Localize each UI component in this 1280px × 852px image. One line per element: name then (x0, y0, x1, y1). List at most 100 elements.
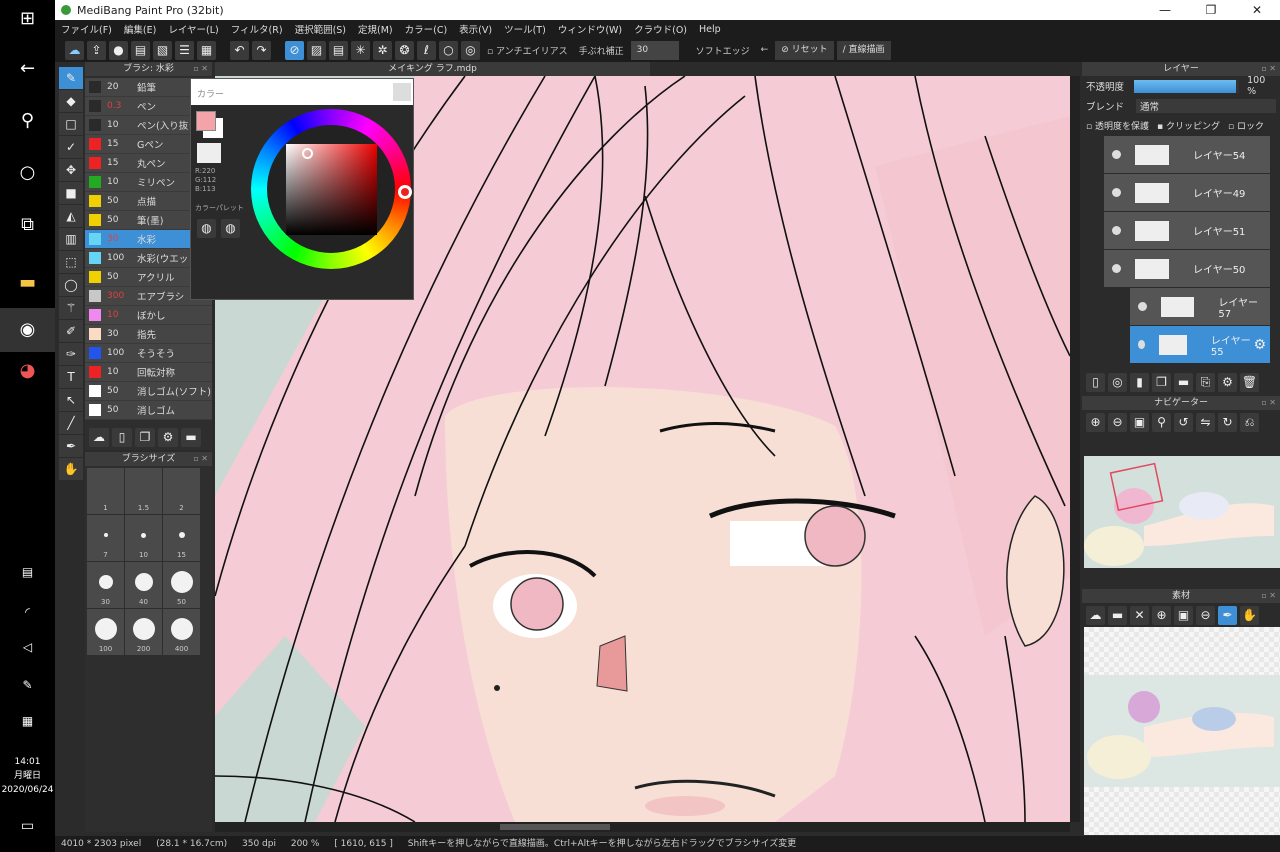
brush-item[interactable]: 10 回転対称 (85, 363, 212, 382)
new-folder-icon[interactable]: ▬ (1174, 373, 1193, 392)
task-view-icon[interactable]: ⧉ (0, 214, 55, 235)
vertical-scrollbar[interactable] (1070, 76, 1080, 822)
snap-cross-icon[interactable]: ✲ (373, 40, 392, 60)
brush-size-cell[interactable]: 200 (125, 609, 162, 655)
layer-row[interactable]: レイヤー54 (1104, 136, 1270, 173)
lasso-tool-icon[interactable]: ◯ (59, 274, 83, 296)
reset-view-icon[interactable]: ⎌ (1240, 413, 1259, 432)
foreground-color-swatch[interactable] (196, 111, 216, 131)
brush-size-cell[interactable]: 40 (125, 562, 162, 608)
divide-tool-icon[interactable]: ╱ (59, 412, 83, 434)
layer-settings-icon[interactable]: ⚙ (1218, 373, 1237, 392)
clock[interactable]: 14:01 月曜日 2020/06/24 (0, 755, 55, 797)
correction-select[interactable]: 30 (630, 40, 679, 60)
page-list-icon[interactable]: ☰ (175, 40, 194, 60)
panel-close-icon[interactable]: ▫ ✕ (193, 452, 208, 466)
brush-item[interactable]: 50 消しゴム (85, 401, 212, 420)
notification-icon[interactable]: ▭ (0, 818, 55, 834)
hue-picker-handle[interactable] (398, 185, 412, 199)
chrome-icon[interactable]: ◕ (0, 360, 55, 381)
tray-app-icon[interactable]: ▤ (0, 565, 55, 579)
brush-item[interactable]: 10 ぼかし (85, 306, 212, 325)
menu-layer[interactable]: レイヤー(L) (168, 22, 218, 36)
brush-size-cell[interactable]: 1.5 (125, 468, 162, 514)
move-tool-icon[interactable]: ✥ (59, 159, 83, 181)
new-layer-icon[interactable]: ▯ (1086, 373, 1105, 392)
check-tool-icon[interactable]: ✓ (59, 136, 83, 158)
palette-icon[interactable]: ◍ (197, 219, 216, 238)
snap-parallel-icon[interactable]: ▨ (307, 40, 326, 60)
delete-material-icon[interactable]: ✕ (1130, 606, 1149, 625)
cloud-icon[interactable]: ☁ (65, 40, 84, 60)
scroll-thumb[interactable] (500, 824, 610, 830)
panel-close-icon[interactable]: ▫ ✕ (1261, 62, 1276, 76)
soft-edge-label[interactable]: ソフトエッジ (692, 44, 754, 57)
eyedropper-icon[interactable]: ✒ (1218, 606, 1237, 625)
pen-icon[interactable]: ✎ (0, 678, 55, 692)
menu-selection[interactable]: 選択範囲(S) (295, 22, 346, 36)
menu-window[interactable]: ウィンドウ(W) (558, 22, 622, 36)
share-icon[interactable]: ⇪ (87, 40, 106, 60)
delete-layer-icon[interactable]: 🗑 (1240, 373, 1259, 392)
straight-line-button[interactable]: / 直線描画 (836, 40, 891, 60)
horizontal-scrollbar[interactable] (215, 822, 1070, 832)
merge-down-icon[interactable]: ⎘ (1196, 373, 1215, 392)
lock-checkbox[interactable]: ▫ ロック (1228, 119, 1264, 132)
menu-cloud[interactable]: クラウド(O) (634, 22, 687, 36)
new-8bit-layer-icon[interactable]: ▮ (1130, 373, 1149, 392)
reset-button[interactable]: ⊘ リセット (775, 40, 834, 60)
layer-row[interactable]: レイヤー55 ⚙ (1130, 326, 1270, 363)
minimize-button[interactable]: — (1142, 0, 1188, 20)
back-arrow-icon[interactable]: ← (0, 58, 55, 79)
menu-tool[interactable]: ツール(T) (504, 22, 546, 36)
brush-tool-icon[interactable]: ✎ (59, 67, 83, 89)
gradient-tool-icon[interactable]: ▥ (59, 228, 83, 250)
note-icon[interactable]: ▤ (131, 40, 150, 60)
gear-icon[interactable]: ⚙ (1253, 337, 1266, 353)
search-icon[interactable]: ⚲ (0, 110, 55, 131)
page-icon[interactable]: ▧ (153, 40, 172, 60)
bucket-tool-icon[interactable]: ◭ (59, 205, 83, 227)
magic-wand-icon[interactable]: ⚚ (59, 297, 83, 319)
hand-icon[interactable]: ✋ (1240, 606, 1259, 625)
brush-size-cell[interactable]: 7 (87, 515, 124, 561)
sv-picker-handle[interactable] (302, 148, 313, 159)
panel-close-icon[interactable]: ▫ ✕ (1261, 396, 1276, 410)
brush-item[interactable]: 50 消しゴム(ソフト) (85, 382, 212, 401)
redo-icon[interactable]: ↷ (252, 40, 271, 60)
menu-color[interactable]: カラー(C) (405, 22, 448, 36)
menu-ruler[interactable]: 定規(M) (358, 22, 393, 36)
rotate-right-icon[interactable]: ↻ (1218, 413, 1237, 432)
eraser-tool-icon[interactable]: ◆ (59, 90, 83, 112)
brush-size-cell[interactable]: 400 (163, 609, 200, 655)
copy-brush-icon[interactable]: ❐ (135, 428, 155, 447)
menu-view[interactable]: 表示(V) (459, 22, 492, 36)
volume-icon[interactable]: ◁ (0, 640, 55, 654)
snap-grid-icon[interactable]: ▤ (329, 40, 348, 60)
clipping-checkbox[interactable]: ▪ クリッピング (1157, 119, 1220, 132)
brush-size-cell[interactable]: 30 (87, 562, 124, 608)
add-brush-cloud-icon[interactable]: ☁ (89, 428, 109, 447)
operation-tool-icon[interactable]: ↖ (59, 389, 83, 411)
flip-icon[interactable]: ⇋ (1196, 413, 1215, 432)
menu-file[interactable]: ファイル(F) (61, 22, 112, 36)
open-folder-icon[interactable]: ▬ (1108, 606, 1127, 625)
brush-size-cell[interactable]: 10 (125, 515, 162, 561)
visibility-toggle[interactable] (1112, 188, 1121, 197)
layer-row[interactable]: レイヤー49 (1104, 174, 1270, 211)
visibility-toggle[interactable] (1112, 264, 1121, 273)
brush-size-cell[interactable]: 15 (163, 515, 200, 561)
saturation-value-square[interactable] (286, 144, 377, 235)
brush-size-cell[interactable]: 2 (163, 468, 200, 514)
windows-start-icon[interactable]: ⊞ (0, 8, 55, 29)
brush-item[interactable]: 100 そうそう (85, 344, 212, 363)
new-brush-icon[interactable]: ▯ (112, 428, 132, 447)
page-manage-icon[interactable]: ▦ (197, 40, 216, 60)
visibility-toggle[interactable] (1138, 340, 1146, 349)
network-icon[interactable]: ◜ (0, 605, 55, 619)
zoom-out-icon[interactable]: ⊖ (1196, 606, 1215, 625)
actual-size-icon[interactable]: ⚲ (1152, 413, 1171, 432)
medibang-app-icon[interactable]: ◉ (0, 308, 55, 352)
visibility-toggle[interactable] (1112, 226, 1121, 235)
fit-window-icon[interactable]: ▣ (1130, 413, 1149, 432)
